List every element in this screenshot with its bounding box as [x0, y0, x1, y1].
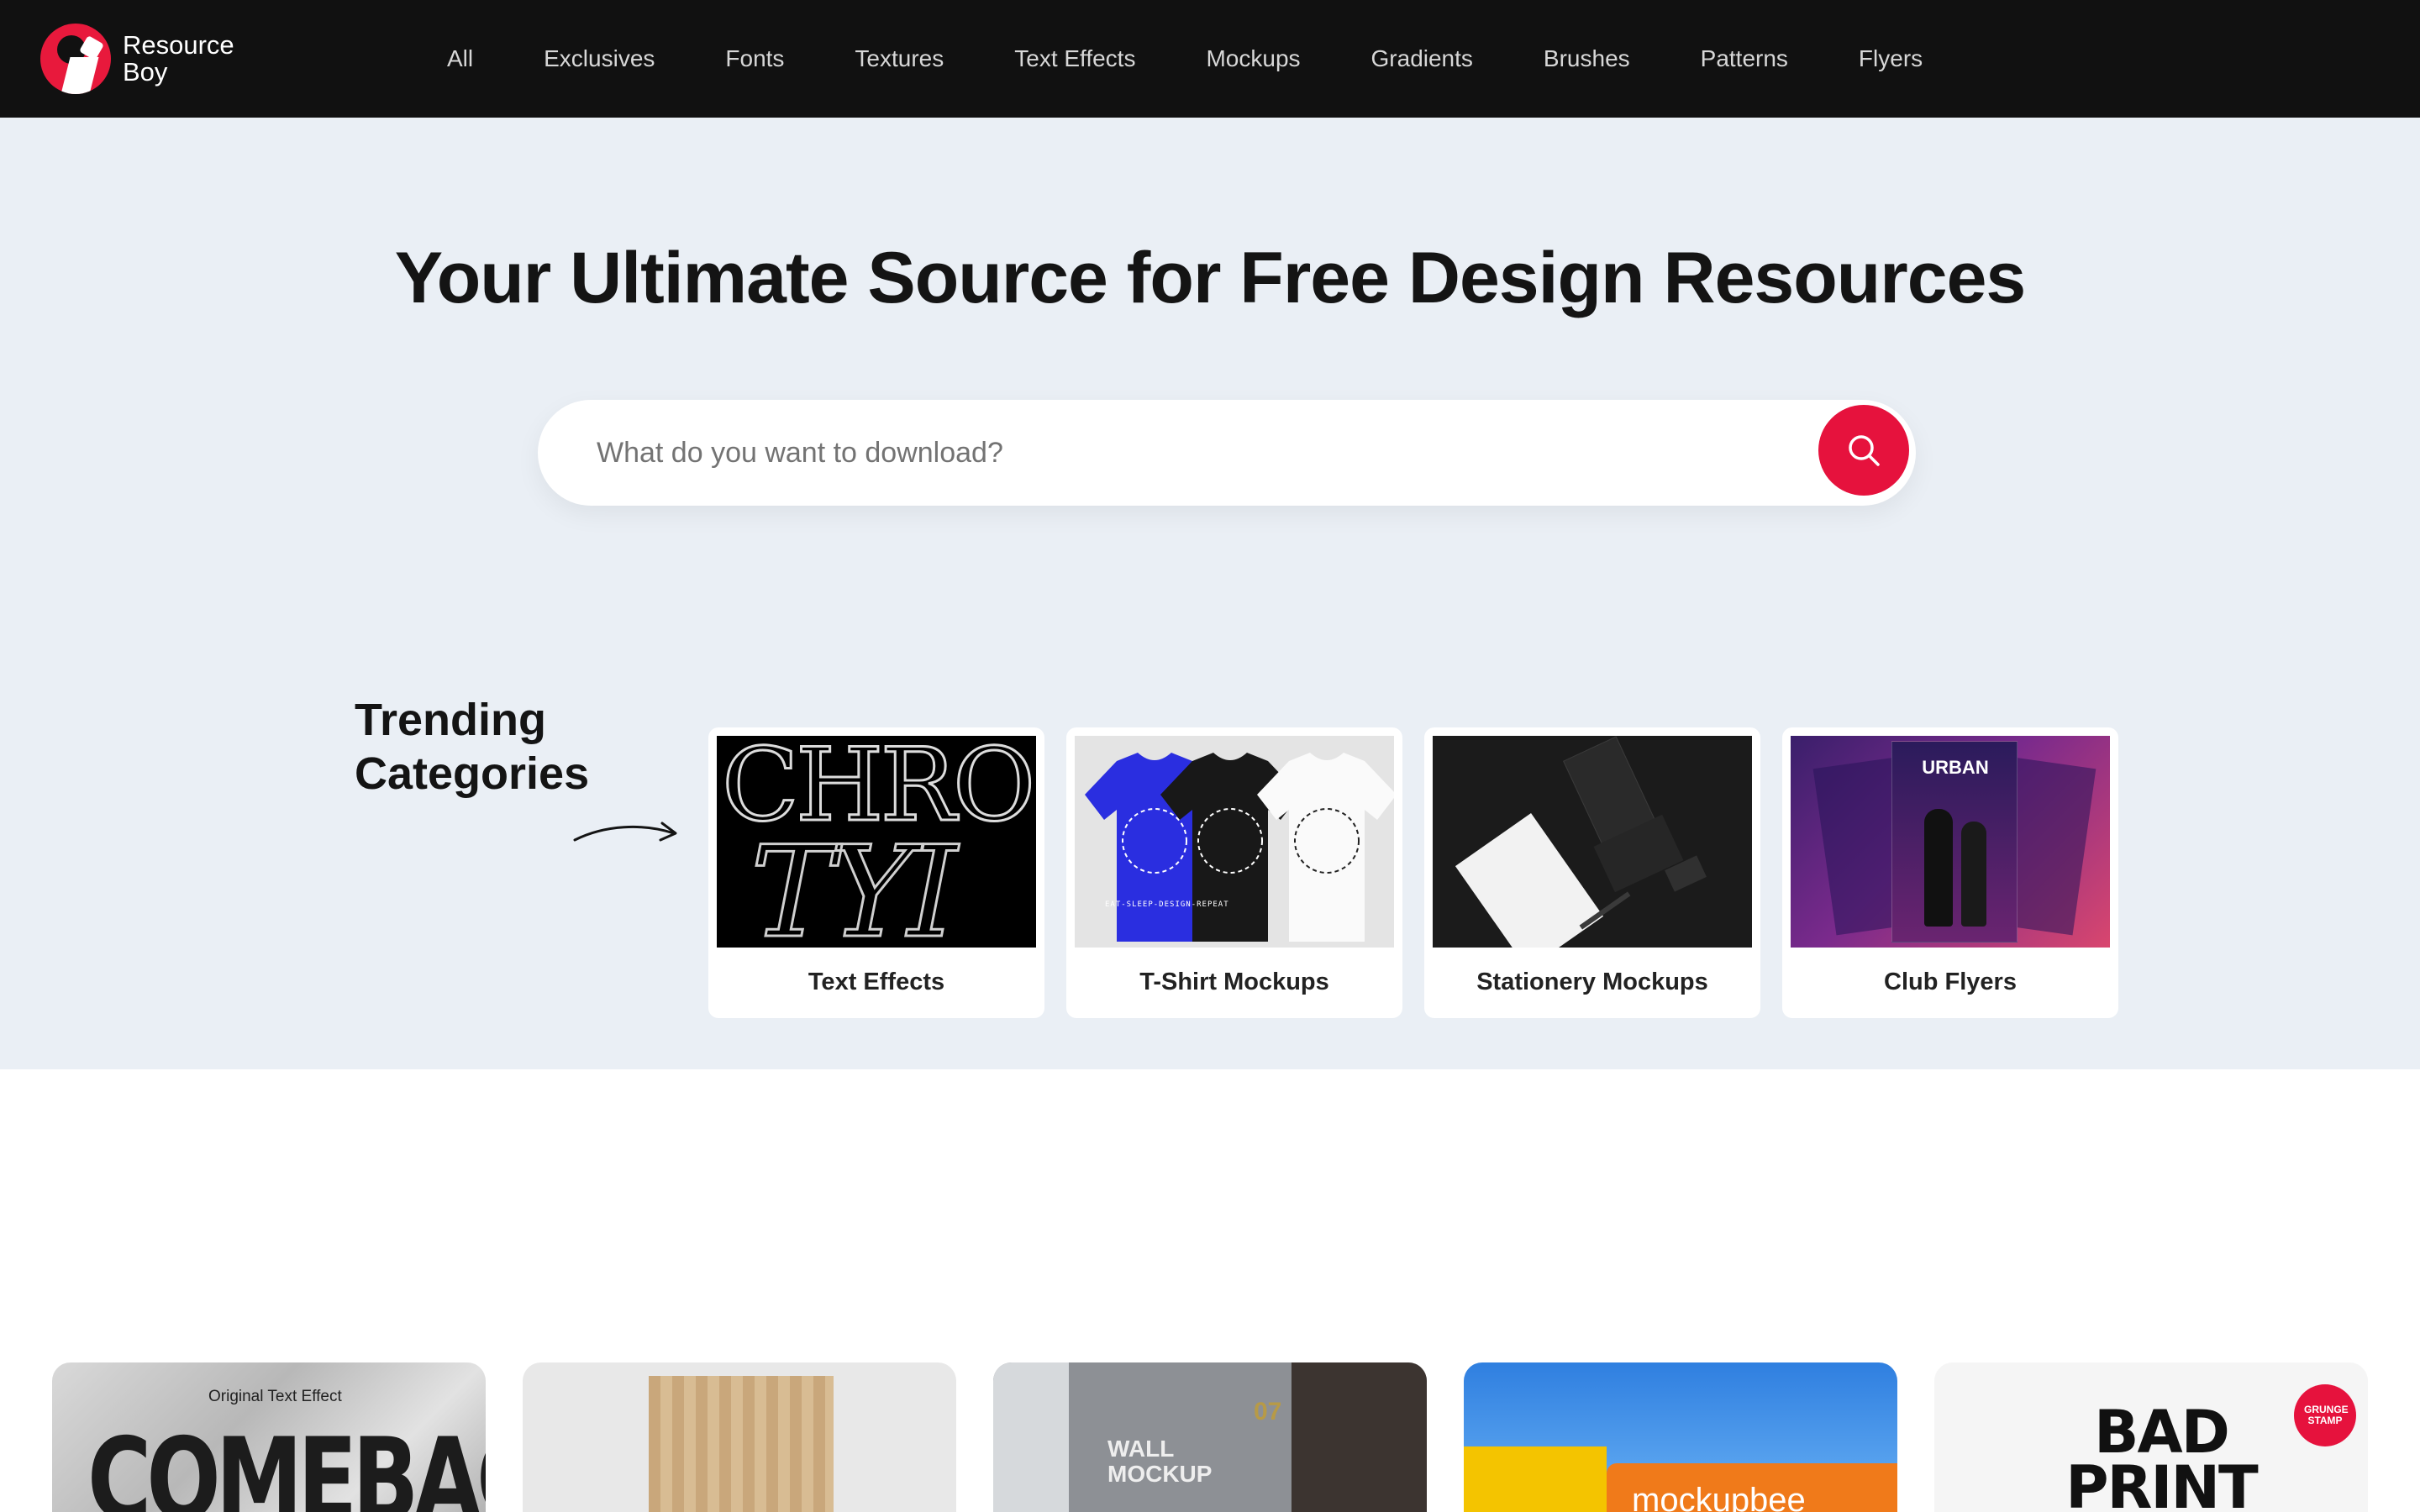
- category-card-club-flyers[interactable]: URBAN Club Flyers: [1782, 727, 2118, 1018]
- resource-small-text: Original Text Effect: [208, 1388, 342, 1405]
- resource-big-text: BAD PRINT: [2065, 1398, 2259, 1512]
- resource-big-text: WALL MOCKUP: [1107, 1436, 1213, 1487]
- search-button[interactable]: [1818, 405, 1909, 496]
- search-bar: [538, 400, 1916, 506]
- nav-link-textures[interactable]: Textures: [855, 45, 944, 72]
- nav-link-gradients[interactable]: Gradients: [1371, 45, 1473, 72]
- trending-line2: Categories: [355, 748, 590, 799]
- category-label: Stationery Mockups: [1476, 969, 1708, 995]
- hero-title: Your Ultimate Source for Free Design Res…: [394, 238, 2027, 318]
- top-nav: Resource Boy All Exclusives Fonts Textur…: [0, 0, 2420, 118]
- category-thumbnail: [1433, 736, 1752, 948]
- resource-big-text: mockupbee: [1632, 1482, 1806, 1512]
- search-icon: [1849, 435, 1880, 466]
- category-thumbnail: EAT-SLEEP-DESIGN-REPEAT: [1075, 736, 1394, 948]
- category-thumbnail: CHRO TYI: [717, 736, 1036, 948]
- resource-card-paper-bag[interactable]: [523, 1362, 956, 1512]
- resource-big-text: COMEBACK: [87, 1413, 486, 1512]
- wall-mockup-number: 07: [1254, 1398, 1282, 1425]
- resource-card-comeback[interactable]: Original Text Effect COMEBACK: [52, 1362, 486, 1512]
- trending-heading: Trending Categories: [355, 693, 589, 801]
- nav-link-text-effects[interactable]: Text Effects: [1014, 45, 1135, 72]
- trending-line1: Trending: [355, 695, 546, 745]
- search-input[interactable]: [597, 400, 1773, 506]
- category-card-text-effects[interactable]: CHRO TYI Text Effects: [708, 727, 1044, 1018]
- arrow-right-icon: [573, 822, 677, 842]
- category-card-tshirt-mockups[interactable]: EAT-SLEEP-DESIGN-REPEAT T-Shirt Mockups: [1066, 727, 1402, 1018]
- nav-link-fonts[interactable]: Fonts: [725, 45, 784, 72]
- brand-name-line1: Resource: [123, 30, 234, 60]
- resource-card-mockupbee[interactable]: mockupbee: [1464, 1362, 1897, 1512]
- nav-link-patterns[interactable]: Patterns: [1701, 45, 1788, 72]
- brand-name: Resource Boy: [123, 32, 234, 86]
- tshirt-white-icon: [1257, 753, 1394, 942]
- nav-link-exclusives[interactable]: Exclusives: [544, 45, 655, 72]
- nav-link-mockups[interactable]: Mockups: [1206, 45, 1300, 72]
- paper-bag-icon: [649, 1376, 834, 1512]
- nav-link-all[interactable]: All: [447, 45, 473, 72]
- hero-section: Your Ultimate Source for Free Design Res…: [0, 118, 2420, 1069]
- chrome-art-text-2: TYI: [749, 819, 958, 948]
- nav-links: All Exclusives Fonts Textures Text Effec…: [412, 0, 1958, 118]
- trending-categories: CHRO TYI Text Effects EAT-SLEEP-DESIGN-R…: [708, 727, 2140, 1018]
- category-thumbnail: URBAN: [1791, 736, 2110, 948]
- tshirt-art-text: EAT-SLEEP-DESIGN-REPEAT: [1105, 900, 1229, 909]
- nav-link-brushes[interactable]: Brushes: [1544, 45, 1630, 72]
- badge-text: GRUNGE STAMP: [2304, 1404, 2349, 1426]
- nav-link-flyers[interactable]: Flyers: [1859, 45, 1923, 72]
- brand-logo[interactable]: Resource Boy: [40, 20, 292, 97]
- category-label: Club Flyers: [1884, 969, 2017, 995]
- resource-card-wall-mockup[interactable]: 07 WALL MOCKUP: [993, 1362, 1427, 1512]
- resource-boy-logo-icon: [40, 24, 111, 94]
- category-label: T-Shirt Mockups: [1139, 969, 1329, 995]
- category-label: Text Effects: [808, 969, 945, 995]
- featured-resources: Original Text Effect COMEBACK 07 WALL MO…: [52, 1362, 2368, 1512]
- category-card-stationery-mockups[interactable]: Stationery Mockups: [1424, 727, 1760, 1018]
- resource-card-bad-print[interactable]: BAD PRINT GRUNGE STAMP: [1934, 1362, 2368, 1512]
- grunge-stamp-badge: GRUNGE STAMP: [2294, 1384, 2356, 1446]
- flyer-art-text: URBAN: [1922, 757, 1989, 778]
- brand-name-line2: Boy: [123, 57, 168, 87]
